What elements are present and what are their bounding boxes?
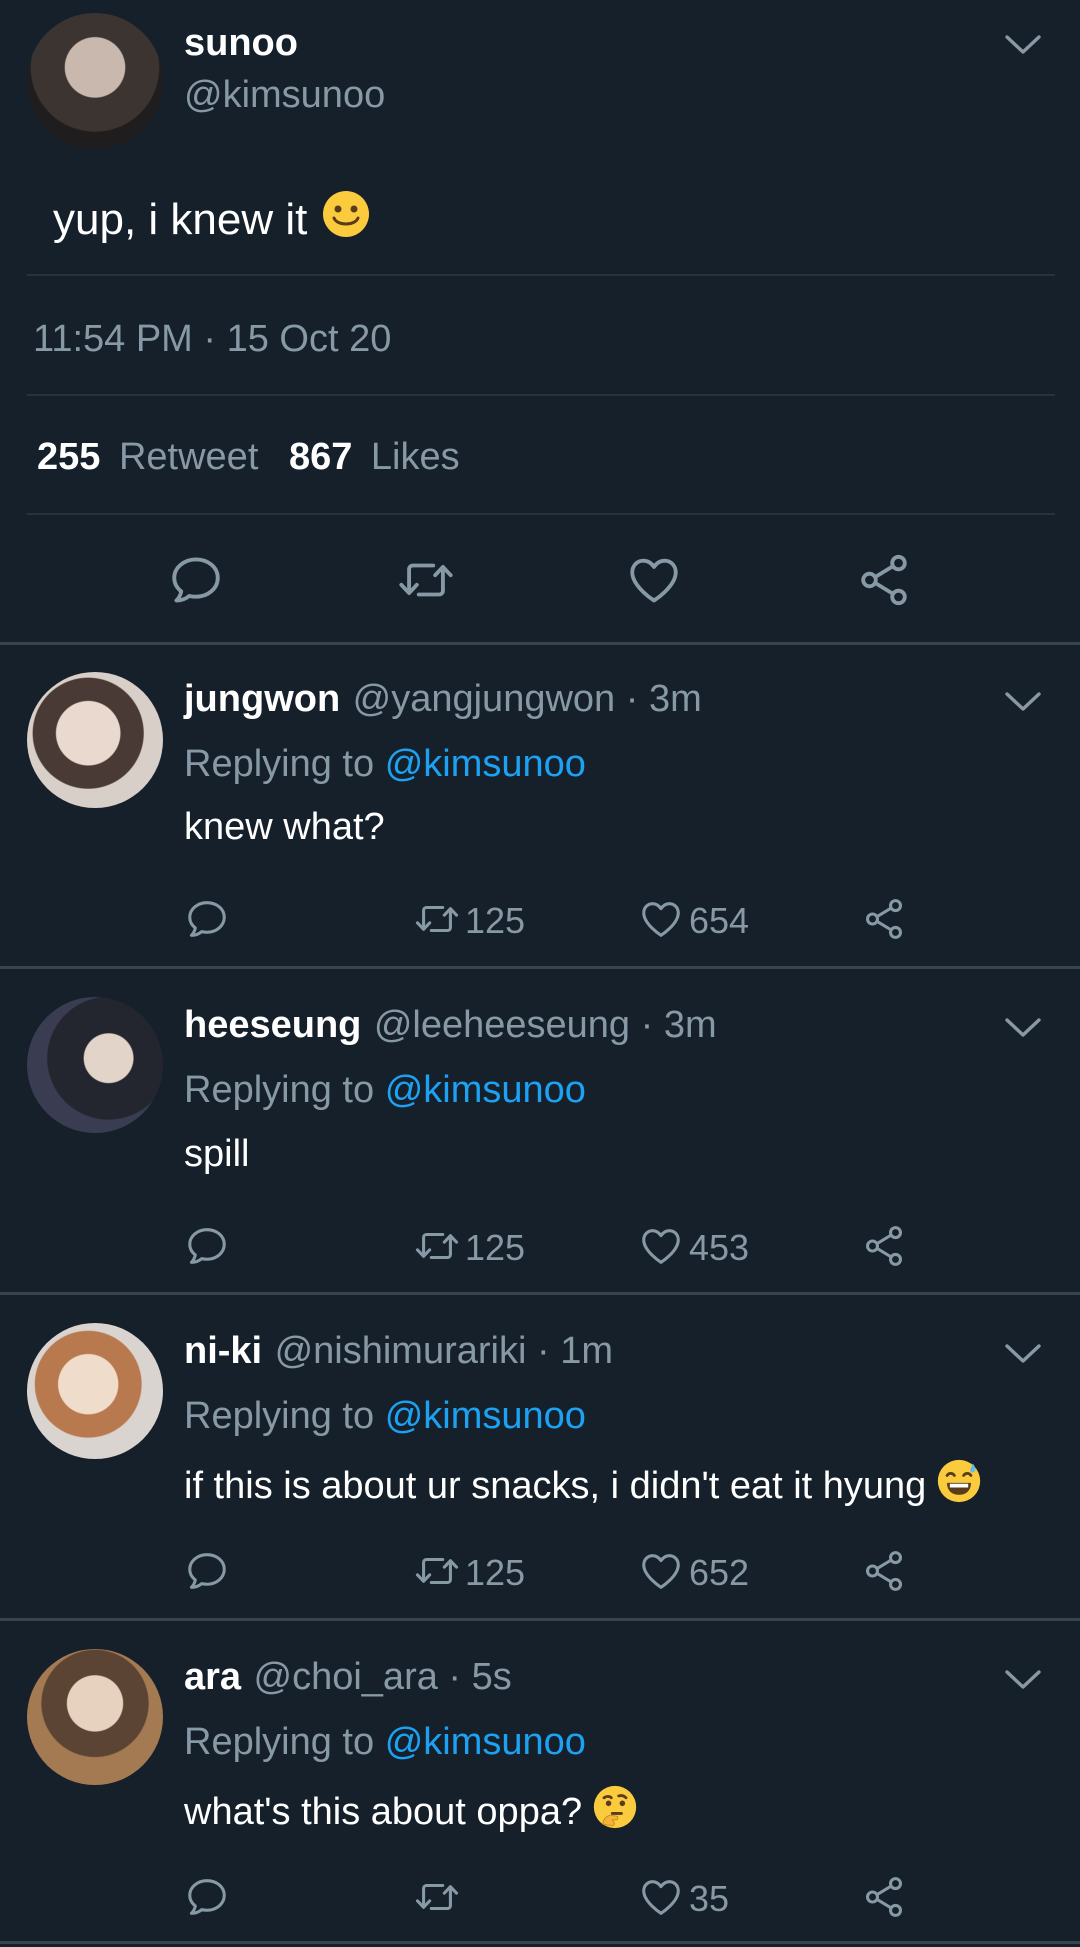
reply-body: what's this about oppa? — [184, 1784, 638, 1840]
author-name[interactable]: ara — [184, 1656, 241, 1698]
reply-icon[interactable] — [184, 1874, 230, 1920]
heart-icon[interactable] — [638, 896, 684, 942]
retweet-icon[interactable] — [411, 1223, 463, 1269]
reply-header: jungwon @yangjungwon · 3m — [184, 678, 702, 721]
section-divider — [0, 642, 1080, 645]
like-count: 652 — [689, 1552, 750, 1593]
mention-link[interactable]: @kimsunoo — [385, 1721, 586, 1763]
replying-to: Replying to @kimsunoo — [184, 1395, 586, 1438]
retweet-count: 125 — [465, 1227, 526, 1268]
divider — [27, 394, 1055, 396]
avatar[interactable] — [27, 1649, 163, 1785]
reply-text: knew what? — [184, 806, 385, 848]
smiling-face-emoji-icon — [321, 189, 371, 250]
replying-prefix: Replying to — [184, 1395, 375, 1437]
avatar[interactable] — [27, 997, 163, 1133]
timestamp[interactable]: 11:54 PM · 15 Oct 20 — [33, 318, 391, 361]
retweet-count: 125 — [465, 900, 526, 941]
replying-prefix: Replying to — [184, 1721, 375, 1763]
replying-to: Replying to @kimsunoo — [184, 1069, 586, 1112]
chevron-down-icon[interactable] — [1003, 1015, 1043, 1041]
author-name[interactable]: jungwon — [184, 678, 340, 720]
chevron-down-icon[interactable] — [1003, 689, 1043, 715]
replying-to: Replying to @kimsunoo — [184, 743, 586, 786]
like-count: 35 — [689, 1878, 730, 1919]
retweet-icon[interactable] — [411, 1874, 463, 1920]
reply-text: what's this about oppa? — [184, 1790, 583, 1833]
thinking-face-emoji-icon — [592, 1784, 638, 1840]
retweet-label[interactable]: Retweet — [119, 436, 258, 478]
grinning-sweat-emoji-icon — [936, 1458, 982, 1514]
tweet-body: yup, i knew it — [53, 189, 371, 250]
section-divider — [0, 1292, 1080, 1295]
heart-icon[interactable] — [638, 1548, 684, 1594]
divider — [27, 513, 1055, 515]
author-handle[interactable]: @kimsunoo — [184, 74, 385, 117]
reply-header: heeseung @leeheeseung · 3m — [184, 1004, 717, 1047]
section-divider — [0, 966, 1080, 969]
author-meta[interactable]: @nishimurariki · 1m — [275, 1330, 613, 1372]
share-icon[interactable] — [855, 551, 913, 609]
mention-link[interactable]: @kimsunoo — [385, 1069, 586, 1111]
like-count[interactable]: 867 — [289, 436, 352, 478]
replying-to: Replying to @kimsunoo — [184, 1721, 586, 1764]
section-divider — [0, 1618, 1080, 1621]
retweet-count: 125 — [465, 1552, 526, 1593]
engagement-stats: 255 Retweet 867 Likes — [37, 436, 460, 479]
author-meta[interactable]: @yangjungwon · 3m — [353, 678, 702, 720]
chevron-down-icon[interactable] — [1003, 1667, 1043, 1693]
replying-prefix: Replying to — [184, 743, 375, 785]
heart-icon[interactable] — [638, 1223, 684, 1269]
like-count: 654 — [689, 900, 750, 941]
chevron-down-icon[interactable] — [1003, 32, 1043, 58]
author-meta[interactable]: @choi_ara · 5s — [254, 1656, 512, 1698]
reply-text: if this is about ur snacks, i didn't eat… — [184, 1464, 927, 1507]
reply-body: if this is about ur snacks, i didn't eat… — [184, 1458, 982, 1514]
reply-icon[interactable] — [184, 1548, 230, 1594]
share-icon[interactable] — [861, 1548, 907, 1594]
divider — [27, 274, 1055, 276]
author-meta[interactable]: @leeheeseung · 3m — [374, 1004, 717, 1046]
share-icon[interactable] — [861, 1223, 907, 1269]
heart-icon[interactable] — [638, 1874, 684, 1920]
reply-icon[interactable] — [184, 896, 230, 942]
avatar[interactable] — [27, 1323, 163, 1459]
retweet-icon[interactable] — [393, 551, 459, 609]
retweet-icon[interactable] — [411, 1548, 463, 1594]
mention-link[interactable]: @kimsunoo — [385, 1395, 586, 1437]
replying-prefix: Replying to — [184, 1069, 375, 1111]
heart-icon[interactable] — [625, 551, 683, 609]
tweet-text: yup, i knew it — [53, 194, 308, 244]
reply-header: ni-ki @nishimurariki · 1m — [184, 1330, 613, 1373]
reply-text: spill — [184, 1133, 250, 1175]
avatar[interactable] — [27, 13, 163, 149]
mention-link[interactable]: @kimsunoo — [385, 743, 586, 785]
like-label[interactable]: Likes — [371, 436, 460, 478]
retweet-count[interactable]: 255 — [37, 436, 100, 478]
reply-icon[interactable] — [184, 1223, 230, 1269]
section-divider — [0, 1941, 1080, 1944]
retweet-icon[interactable] — [411, 896, 463, 942]
share-icon[interactable] — [861, 1874, 907, 1920]
avatar[interactable] — [27, 672, 163, 808]
author-name[interactable]: heeseung — [184, 1004, 361, 1046]
author-name[interactable]: sunoo — [184, 22, 298, 65]
author-name[interactable]: ni-ki — [184, 1330, 262, 1372]
share-icon[interactable] — [861, 896, 907, 942]
chevron-down-icon[interactable] — [1003, 1341, 1043, 1367]
reply-header: ara @choi_ara · 5s — [184, 1656, 512, 1699]
reply-icon[interactable] — [167, 551, 225, 609]
like-count: 453 — [689, 1227, 750, 1268]
